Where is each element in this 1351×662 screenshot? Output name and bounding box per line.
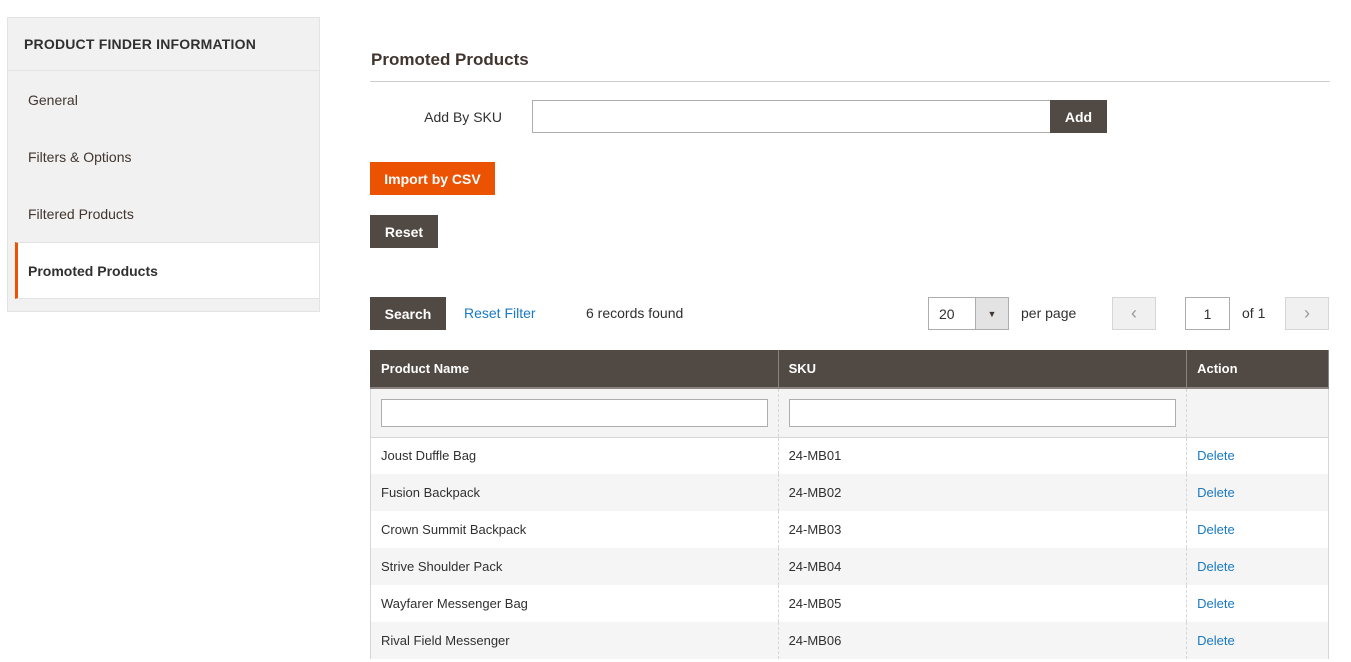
delete-link[interactable]: Delete <box>1197 596 1235 611</box>
table-row: Rival Field Messenger 24-MB06 Delete <box>370 622 1329 659</box>
add-button[interactable]: Add <box>1050 100 1107 133</box>
sku-cell: 24-MB04 <box>777 548 1187 585</box>
sku-cell: 24-MB01 <box>777 437 1187 474</box>
sidebar-nav: PRODUCT FINDER INFORMATION General Filte… <box>7 17 320 312</box>
table-row: Fusion Backpack 24-MB02 Delete <box>370 474 1329 511</box>
add-by-sku-label: Add By SKU <box>424 108 502 125</box>
reset-filter-link[interactable]: Reset Filter <box>464 305 536 321</box>
sku-cell: 24-MB06 <box>777 622 1187 659</box>
product-name-filter-input[interactable] <box>381 398 768 427</box>
chevron-right-icon: › <box>1304 303 1310 323</box>
sidebar-item-filters-options[interactable]: Filters & Options <box>8 128 319 185</box>
chevron-down-icon[interactable]: ▼ <box>975 298 1008 329</box>
table-row: Strive Shoulder Pack 24-MB04 Delete <box>370 548 1329 585</box>
main-content: Promoted Products Add By SKU Add Import … <box>370 40 1330 248</box>
records-found: 6 records found <box>586 305 684 321</box>
table-row: Crown Summit Backpack 24-MB03 Delete <box>370 511 1329 548</box>
section-title: Promoted Products <box>370 40 1330 82</box>
product-name-cell: Rival Field Messenger <box>370 622 779 659</box>
sku-input[interactable] <box>532 100 1050 133</box>
per-page-select[interactable]: 20 ▼ <box>928 297 1009 330</box>
sidebar-item-general[interactable]: General <box>8 71 319 128</box>
action-filter-cell <box>1186 388 1329 438</box>
reset-button[interactable]: Reset <box>370 215 438 248</box>
product-name-cell: Joust Duffle Bag <box>370 437 779 474</box>
current-page-input[interactable]: 1 <box>1185 297 1230 330</box>
table-row: Wayfarer Messenger Bag 24-MB05 Delete <box>370 585 1329 622</box>
filter-row <box>370 388 1329 438</box>
sku-cell: 24-MB05 <box>777 585 1187 622</box>
add-by-sku-row: Add By SKU Add <box>370 100 1330 133</box>
grid-toolbar: Search Reset Filter 6 records found 20 ▼… <box>370 297 1330 330</box>
delete-link[interactable]: Delete <box>1197 485 1235 500</box>
delete-link[interactable]: Delete <box>1197 559 1235 574</box>
sidebar-item-promoted-products[interactable]: Promoted Products <box>15 242 319 299</box>
promoted-products-grid: Product Name SKU Action Joust Duffle Bag… <box>370 350 1329 659</box>
delete-link[interactable]: Delete <box>1197 522 1235 537</box>
column-header-product-name[interactable]: Product Name <box>370 350 779 389</box>
sidebar-title: PRODUCT FINDER INFORMATION <box>8 18 319 71</box>
page-total: of 1 <box>1242 305 1266 321</box>
delete-link[interactable]: Delete <box>1197 633 1235 648</box>
table-row: Joust Duffle Bag 24-MB01 Delete <box>370 437 1329 474</box>
chevron-left-icon: ‹ <box>1131 303 1137 323</box>
product-name-cell: Wayfarer Messenger Bag <box>370 585 779 622</box>
sidebar-item-filtered-products[interactable]: Filtered Products <box>8 185 319 242</box>
product-name-cell: Fusion Backpack <box>370 474 779 511</box>
column-header-action: Action <box>1186 350 1329 389</box>
sidebar-footer <box>8 299 319 311</box>
per-page-label: per page <box>1021 305 1077 321</box>
import-csv-button[interactable]: Import by CSV <box>370 162 495 195</box>
per-page-value[interactable]: 20 <box>929 298 975 329</box>
sku-cell: 24-MB03 <box>777 511 1187 548</box>
product-name-cell: Strive Shoulder Pack <box>370 548 779 585</box>
previous-page-button[interactable]: ‹ <box>1112 297 1156 330</box>
column-header-sku[interactable]: SKU <box>777 350 1188 389</box>
delete-link[interactable]: Delete <box>1197 448 1235 463</box>
sku-cell: 24-MB02 <box>777 474 1187 511</box>
product-name-cell: Crown Summit Backpack <box>370 511 779 548</box>
sku-filter-input[interactable] <box>788 398 1177 427</box>
next-page-button[interactable]: › <box>1285 297 1329 330</box>
search-button[interactable]: Search <box>370 297 446 330</box>
